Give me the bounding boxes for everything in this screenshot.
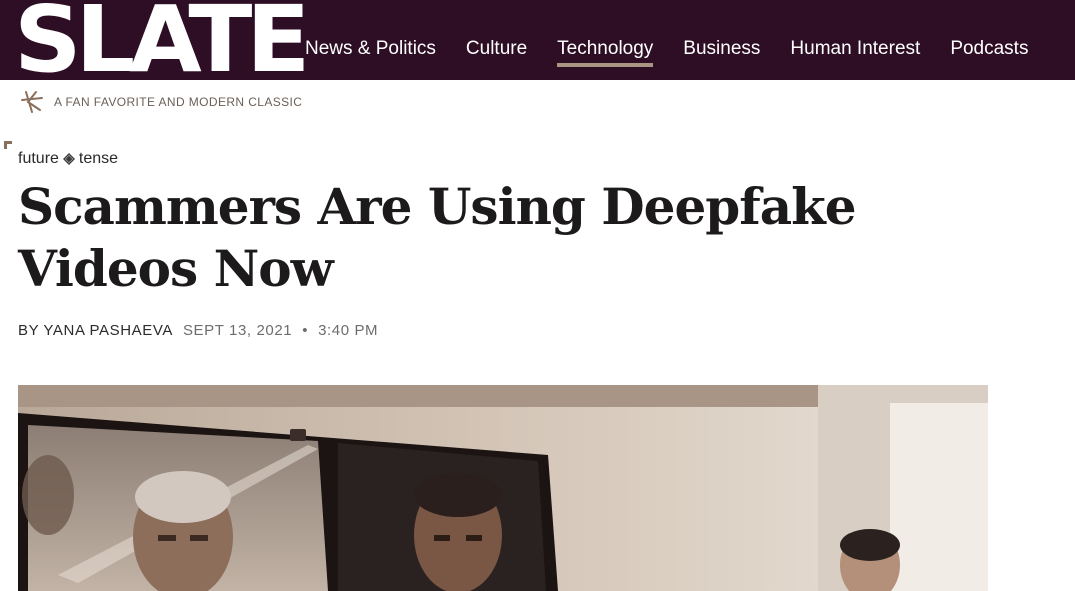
- sparkle-mark-icon: [21, 91, 43, 113]
- byline: BY YANA PASHAEVA SEPT 13, 2021 • 3:40 PM: [18, 322, 378, 339]
- nav-item-culture[interactable]: Culture: [451, 34, 542, 64]
- nav-item-business[interactable]: Business: [668, 34, 775, 64]
- kicker-future: future: [18, 150, 59, 167]
- kicker-tense: tense: [78, 150, 119, 167]
- site-header: SLATE News & Politics Culture Technology…: [0, 0, 1075, 86]
- nav-item-podcasts[interactable]: Podcasts: [935, 34, 1043, 64]
- article-headline: Scammers Are Using Deepfake Videos Now: [18, 177, 857, 298]
- main-nav: News & Politics Culture Technology Busin…: [290, 34, 1043, 70]
- section-kicker[interactable]: future tense: [18, 150, 118, 168]
- byline-separator: •: [302, 322, 309, 339]
- nav-item-technology[interactable]: Technology: [542, 34, 668, 67]
- future-tense-icon: [62, 153, 75, 165]
- nav-item-human-interest[interactable]: Human Interest: [775, 34, 935, 64]
- hero-photo-illustration: [18, 385, 988, 591]
- hero-image[interactable]: [18, 385, 988, 591]
- slate-logo[interactable]: SLATE: [14, 0, 310, 86]
- publish-time: 3:40 PM: [318, 322, 379, 339]
- nav-item-news-politics[interactable]: News & Politics: [290, 34, 451, 64]
- corner-bracket-icon: [4, 141, 12, 149]
- tagline: A FAN FAVORITE AND MODERN CLASSIC: [18, 88, 302, 116]
- author-link[interactable]: BY YANA PASHAEVA: [18, 322, 173, 339]
- publish-date: SEPT 13, 2021: [182, 322, 293, 339]
- tagline-text: A FAN FAVORITE AND MODERN CLASSIC: [54, 95, 303, 109]
